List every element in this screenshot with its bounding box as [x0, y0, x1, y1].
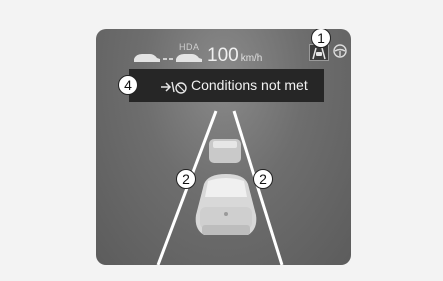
illustration-frame: HDA 100 km/h Conditions not met 1 4 2 2 [0, 0, 443, 281]
callout-1: 1 [311, 29, 331, 48]
set-speed-unit: km/h [240, 53, 263, 64]
hda-status-icon [161, 81, 187, 94]
callout-2-left: 2 [176, 169, 196, 189]
steering-wheel-icon [333, 44, 347, 58]
set-speed-readout: 100 km/h [203, 39, 262, 65]
lead-vehicle-icon [209, 139, 241, 163]
conditions-message: Conditions not met [191, 77, 308, 93]
set-speed-value: 100 [207, 45, 239, 66]
callout-4: 4 [118, 75, 138, 95]
instrument-cluster-display: HDA 100 km/h Conditions not met 1 4 2 2 [96, 29, 351, 265]
conditions-message-banner: Conditions not met [129, 69, 324, 102]
own-vehicle-icon [195, 174, 257, 235]
callout-2-right: 2 [253, 169, 273, 189]
hda-label: HDA [179, 42, 200, 52]
